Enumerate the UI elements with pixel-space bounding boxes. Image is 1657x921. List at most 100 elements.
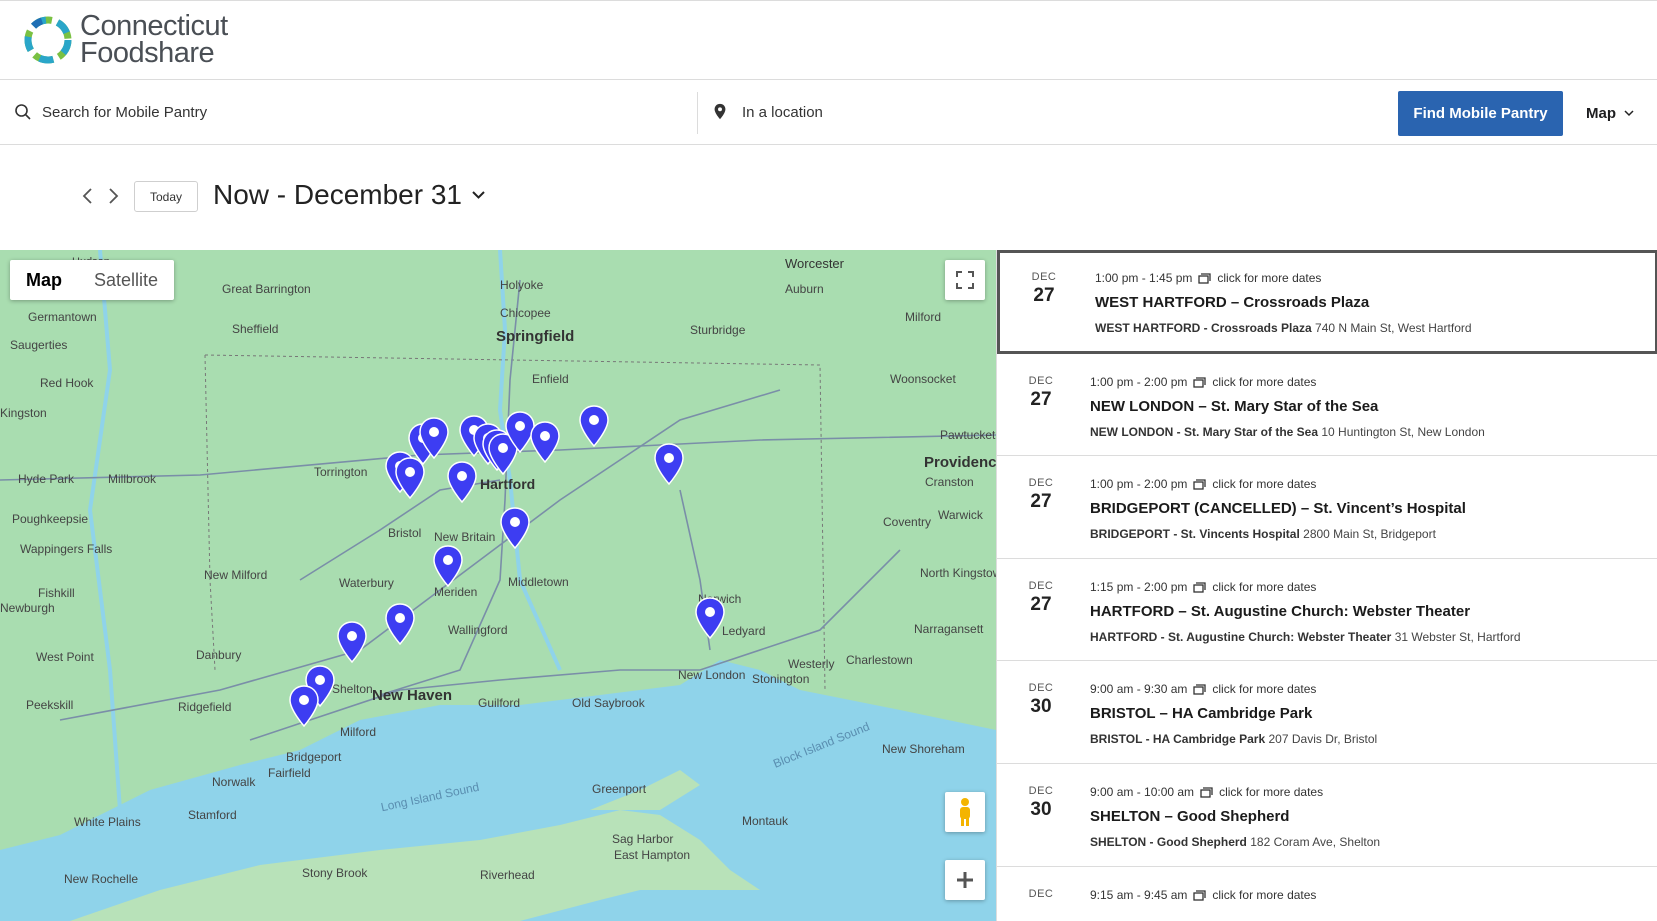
next-arrow-icon[interactable] (104, 187, 122, 205)
map-marker-pin-icon[interactable] (393, 456, 427, 500)
event-card[interactable]: DEC 9:15 am - 9:45 am click for more dat… (997, 867, 1657, 921)
multiple-dates-icon (1193, 683, 1207, 695)
fullscreen-button[interactable] (945, 260, 985, 300)
map-marker-pin-icon[interactable] (577, 404, 611, 448)
map-label: Bristol (388, 526, 422, 540)
map-label: Sag Harbor (612, 832, 674, 846)
more-dates-link[interactable]: click for more dates (1212, 682, 1316, 696)
event-title[interactable]: BRIDGEPORT (CANCELLED) – St. Vincent’s H… (1090, 500, 1466, 517)
map-label: Montauk (742, 814, 789, 828)
event-time: 9:00 am - 9:30 am (1090, 682, 1188, 696)
more-dates-link[interactable]: click for more dates (1212, 888, 1316, 902)
more-dates-link[interactable]: click for more dates (1212, 375, 1316, 389)
event-address: 182 Coram Ave, Shelton (1250, 835, 1381, 849)
view-mode-select[interactable]: Map (1586, 91, 1634, 136)
map-marker-pin-icon[interactable] (335, 620, 369, 664)
event-card[interactable]: DEC 27 1:00 pm - 1:45 pm click for more … (997, 250, 1657, 354)
event-month: DEC (1031, 271, 1057, 283)
map-label: East Hampton (614, 848, 691, 862)
event-card[interactable]: DEC 27 1:00 pm - 2:00 pm click for more … (997, 354, 1657, 456)
event-body: 9:00 am - 9:30 am click for more dates B… (1090, 682, 1377, 746)
date-range-select[interactable]: Now - December 31 (213, 179, 485, 211)
street-view-pegman[interactable] (945, 792, 985, 832)
map-label: Stony Brook (302, 866, 368, 880)
prev-arrow-icon[interactable] (79, 187, 97, 205)
map-label: Torrington (314, 465, 368, 479)
map-marker-pin-icon[interactable] (287, 684, 321, 728)
event-location: WEST HARTFORD - Crossroads Plaza 740 N M… (1095, 321, 1472, 335)
more-dates-link[interactable]: click for more dates (1212, 580, 1316, 594)
map-marker-pin-icon[interactable] (445, 460, 479, 504)
map-label: Cranston (925, 475, 974, 489)
event-location-name: BRISTOL - HA Cambridge Park (1090, 732, 1266, 746)
event-location: NEW LONDON - St. Mary Star of the Sea 10… (1090, 425, 1485, 439)
map-label: Chicopee (500, 306, 551, 320)
event-day: 30 (1030, 799, 1052, 820)
event-time: 1:00 pm - 2:00 pm (1090, 375, 1188, 389)
event-time: 9:00 am - 10:00 am (1090, 785, 1195, 799)
event-time: 1:15 pm - 2:00 pm (1090, 580, 1188, 594)
map-label: Wallingford (448, 623, 508, 637)
map-marker-pin-icon[interactable] (417, 416, 451, 460)
event-day: 27 (1030, 594, 1052, 615)
location-input[interactable] (742, 103, 1242, 121)
today-button[interactable]: Today (134, 181, 198, 212)
more-dates-link[interactable]: click for more dates (1217, 271, 1321, 285)
event-month: DEC (1028, 785, 1054, 797)
search-input[interactable] (42, 103, 642, 121)
event-body: 1:00 pm - 2:00 pm click for more dates B… (1090, 477, 1466, 541)
event-card[interactable]: DEC 27 1:00 pm - 2:00 pm click for more … (997, 456, 1657, 559)
map-label: Riverhead (480, 868, 535, 882)
event-address: 2800 Main St, Bridgeport (1303, 527, 1436, 541)
multiple-dates-icon (1193, 478, 1207, 490)
map-marker-pin-icon[interactable] (693, 596, 727, 640)
map-type-map[interactable]: Map (10, 260, 78, 300)
brand-logo[interactable]: Connecticut Foodshare (22, 12, 228, 68)
event-card[interactable]: DEC 27 1:15 pm - 2:00 pm click for more … (997, 559, 1657, 661)
map-marker-pin-icon[interactable] (528, 420, 562, 464)
zoom-in-button[interactable] (945, 860, 985, 900)
event-title[interactable]: WEST HARTFORD – Crossroads Plaza (1095, 294, 1472, 311)
more-dates-link[interactable]: click for more dates (1219, 785, 1323, 799)
event-month: DEC (1028, 477, 1054, 489)
event-card[interactable]: DEC 30 9:00 am - 10:00 am click for more… (997, 764, 1657, 867)
find-mobile-pantry-button[interactable]: Find Mobile Pantry (1398, 91, 1563, 136)
event-date: DEC 27 (1000, 271, 1088, 307)
event-body: 1:00 pm - 2:00 pm click for more dates N… (1090, 375, 1485, 439)
map-label: Germantown (28, 310, 97, 324)
event-body: 9:00 am - 10:00 am click for more dates … (1090, 785, 1380, 849)
map-marker-pin-icon[interactable] (498, 506, 532, 550)
event-title[interactable]: SHELTON – Good Shepherd (1090, 808, 1380, 825)
map-label: New Haven (372, 687, 453, 704)
map-view[interactable]: WorcesterHudsonHolyokeGreat BarringtonAu… (0, 250, 996, 921)
map-type-satellite[interactable]: Satellite (78, 260, 174, 300)
map-marker-pin-icon[interactable] (652, 442, 686, 486)
map-label: Fairfield (268, 766, 311, 780)
event-location: SHELTON - Good Shepherd 182 Coram Ave, S… (1090, 835, 1380, 849)
map-label: Milford (340, 725, 377, 739)
map-marker-pin-icon[interactable] (431, 544, 465, 588)
event-location-name: SHELTON - Good Shepherd (1090, 835, 1247, 849)
event-location-name: NEW LONDON - St. Mary Star of the Sea (1090, 425, 1319, 439)
event-location: BRISTOL - HA Cambridge Park 207 Davis Dr… (1090, 732, 1377, 746)
map-label: Sturbridge (690, 323, 746, 337)
map-label: Bridgeport (286, 750, 342, 764)
event-date: DEC 27 (997, 580, 1085, 616)
map-label: White Plains (74, 815, 141, 829)
event-title[interactable]: BRISTOL – HA Cambridge Park (1090, 705, 1377, 722)
event-address: 740 N Main St, West Hartford (1315, 321, 1472, 335)
map-label: Poughkeepsie (12, 512, 89, 526)
map-label: Saugerties (10, 338, 68, 352)
map-label: Guilford (478, 696, 521, 710)
map-canvas[interactable] (0, 250, 996, 921)
event-card[interactable]: DEC 30 9:00 am - 9:30 am click for more … (997, 661, 1657, 764)
more-dates-link[interactable]: click for more dates (1212, 477, 1316, 491)
map-marker-pin-icon[interactable] (383, 602, 417, 646)
event-title[interactable]: HARTFORD – St. Augustine Church: Webster… (1090, 603, 1521, 620)
map-label: Fishkill (38, 586, 75, 600)
event-list: DEC 27 1:00 pm - 1:45 pm click for more … (996, 250, 1657, 921)
map-label: Pawtucket (940, 428, 996, 442)
map-label: Stonington (752, 672, 810, 686)
map-label: Norwalk (212, 775, 256, 789)
event-title[interactable]: NEW LONDON – St. Mary Star of the Sea (1090, 398, 1485, 415)
